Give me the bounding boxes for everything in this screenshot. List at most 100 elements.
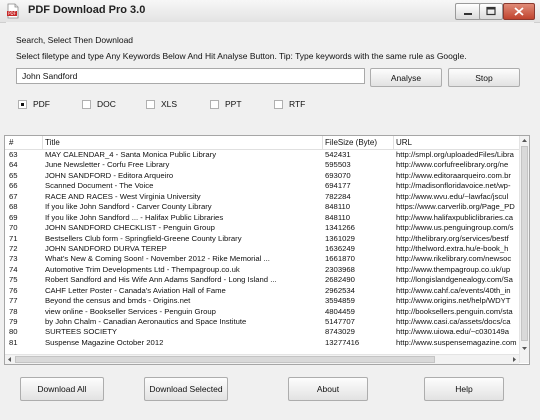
table-row[interactable]: 79 by John Chalm - Canadian Aeronautics a… — [5, 317, 519, 327]
filetype-pdf[interactable]: PDF — [18, 98, 50, 110]
keyword-input[interactable] — [16, 68, 365, 84]
close-button[interactable] — [503, 3, 535, 20]
scroll-right-icon[interactable] — [510, 355, 519, 364]
filetype-rtf[interactable]: RTF — [274, 98, 305, 110]
pdf-document-icon: PDF — [5, 3, 21, 19]
cell-filesize: 13277416 — [325, 337, 360, 347]
table-row[interactable]: 70 JOHN SANDFORD CHECKLIST - Penguin Grou… — [5, 223, 519, 233]
column-divider[interactable] — [393, 136, 394, 149]
app-window: PDF PDF Download Pro 3.0 Search, Select … — [0, 0, 540, 420]
cell-filesize: 2682490 — [325, 275, 355, 285]
filetype-label: RTF — [289, 99, 306, 109]
table-row[interactable]: 80 SURTEES SOCIETY 8743029 http://www.uiowa… — [5, 327, 519, 337]
search-tip: Select filetype and type Any Keywords Be… — [16, 51, 467, 61]
cell-number: 70 — [9, 223, 18, 233]
cell-url: http://booksellers.penguin.com/sta — [396, 306, 513, 316]
cell-title: by John Chalm - Canadian Aeronautics and… — [45, 317, 247, 326]
rtf-checkbox[interactable] — [274, 99, 283, 109]
vertical-scrollbar[interactable] — [519, 136, 529, 363]
column-header-number[interactable]: # — [9, 138, 13, 147]
table-body: 63 MAY CALENDAR_4 - Santa Monica Public L… — [5, 150, 519, 348]
filetype-label: XLS — [161, 99, 178, 109]
scroll-left-icon[interactable] — [5, 355, 14, 364]
cell-url: http://www.casi.ca/assets/docs/ca — [396, 317, 511, 326]
results-table[interactable]: # Title FileSize (Byte) URL 63 MAY CALEND… — [4, 135, 530, 365]
cell-filesize: 595503 — [325, 160, 351, 170]
column-divider[interactable] — [42, 136, 43, 149]
scroll-down-icon[interactable] — [520, 344, 529, 353]
table-row[interactable]: 76 CAHF Letter Poster - Canada's Aviation… — [5, 286, 519, 296]
scroll-up-icon[interactable] — [520, 136, 529, 145]
filetype-ppt[interactable]: PPT — [210, 98, 242, 110]
doc-checkbox[interactable] — [82, 99, 91, 109]
cell-title: JOHN SANDFORD CHECKLIST - Penguin Group — [45, 223, 215, 233]
table-row[interactable]: 77 Beyond the census and bmds - Origins.n… — [5, 296, 519, 306]
table-row[interactable]: 69 If you like John Sandford ... - Halifa… — [5, 213, 519, 223]
cell-url: http://www.us.penguingroup.com/s — [396, 223, 514, 233]
ppt-checkbox[interactable] — [210, 99, 219, 109]
column-divider[interactable] — [322, 136, 323, 149]
table-row[interactable]: 63 MAY CALENDAR_4 - Santa Monica Public L… — [5, 150, 519, 160]
about-button[interactable]: About — [288, 377, 368, 401]
cell-title: Robert Sandford and His Wife Ann Adams S… — [45, 275, 277, 285]
stop-button[interactable]: Stop — [448, 68, 520, 87]
title-bar[interactable]: PDF PDF Download Pro 3.0 — [0, 0, 540, 23]
column-header-filesize[interactable]: FileSize (Byte) — [325, 138, 377, 147]
horizontal-scroll-thumb[interactable] — [15, 356, 435, 363]
download-all-button[interactable]: Download All — [20, 377, 104, 401]
horizontal-scrollbar[interactable] — [5, 354, 519, 364]
cell-number: 78 — [9, 306, 18, 316]
cell-title: If you like John Sandford - Carver Count… — [45, 202, 212, 212]
table-row[interactable]: 72 JOHN SANDFORD DURVA TEREP 1636249 http:/… — [5, 244, 519, 254]
table-row[interactable]: 71 Bestsellers Club form - Springfield-Gr… — [5, 234, 519, 244]
table-row[interactable]: 67 RACE AND RACES - West Virginia Univers… — [5, 192, 519, 202]
cell-filesize: 2962534 — [325, 285, 355, 295]
cell-url: http://smpl.org/uploadedFiles/Libra — [396, 150, 514, 159]
cell-number: 72 — [9, 243, 18, 253]
cell-number: 67 — [9, 191, 18, 201]
table-row[interactable]: 75 Robert Sandford and His Wife Ann Adams… — [5, 275, 519, 285]
table-row[interactable]: 81 Suspense Magazine October 2012 13277416… — [5, 338, 519, 348]
cell-filesize: 694177 — [325, 181, 351, 191]
table-row[interactable]: 66 Scanned Document - The Voice 694177 http… — [5, 181, 519, 191]
cell-url: http://www.halifaxpubliclibraries.ca — [396, 212, 514, 222]
cell-title: view online - Bookseller Services - Peng… — [45, 306, 216, 316]
cell-number: 77 — [9, 296, 18, 306]
cell-url: http://www.uiowa.edu/~c030149a — [396, 327, 510, 337]
filetype-xls[interactable]: XLS — [146, 98, 177, 110]
cell-filesize: 782284 — [325, 191, 351, 201]
analyse-button[interactable]: Analyse — [370, 68, 442, 87]
cell-title: June Newsletter - Corfu Free Library — [45, 160, 170, 170]
maximize-icon — [486, 6, 496, 16]
minimize-icon — [464, 13, 472, 15]
help-button[interactable]: Help — [424, 377, 504, 401]
table-row[interactable]: 65 JOHN SANDFORD - Editora Arqueiro 693070… — [5, 171, 519, 181]
filetype-doc[interactable]: DOC — [82, 98, 116, 110]
table-row[interactable]: 64 June Newsletter - Corfu Free Library 59… — [5, 160, 519, 170]
maximize-button[interactable] — [479, 3, 503, 20]
cell-number: 73 — [9, 254, 18, 264]
cell-filesize: 1341266 — [325, 223, 355, 233]
cell-url: http://longislandgenealogy.com/Sa — [396, 275, 513, 285]
xls-checkbox[interactable] — [146, 99, 155, 109]
table-row[interactable]: 73 What's New & Coming Soon! - November 2… — [5, 254, 519, 264]
window-title: PDF Download Pro 3.0 — [28, 4, 146, 16]
column-header-title[interactable]: Title — [45, 138, 60, 147]
table-header: # Title FileSize (Byte) URL — [5, 136, 519, 150]
filetype-label: PDF — [33, 99, 50, 109]
cell-number: 68 — [9, 202, 18, 212]
pdf-checkbox[interactable] — [18, 99, 27, 109]
download-selected-button[interactable]: Download Selected — [144, 377, 228, 401]
cell-title: JOHN SANDFORD DURVA TEREP — [45, 243, 167, 253]
minimize-button[interactable] — [455, 3, 481, 20]
vertical-scroll-thumb[interactable] — [521, 146, 528, 341]
table-row[interactable]: 74 Automotive Trim Developments Ltd - The… — [5, 265, 519, 275]
cell-filesize: 1636249 — [325, 243, 355, 253]
cell-title: RACE AND RACES - West Virginia Universit… — [45, 191, 201, 201]
table-row[interactable]: 68 If you like John Sandford - Carver Cou… — [5, 202, 519, 212]
table-row[interactable]: 78 view online - Bookseller Services - Pe… — [5, 307, 519, 317]
cell-title: Bestsellers Club form - Springfield-Gree… — [45, 233, 242, 243]
filetype-label: PPT — [225, 99, 242, 109]
cell-title: Automotive Trim Developments Ltd - Themp… — [45, 264, 240, 274]
column-header-url[interactable]: URL — [396, 138, 412, 147]
